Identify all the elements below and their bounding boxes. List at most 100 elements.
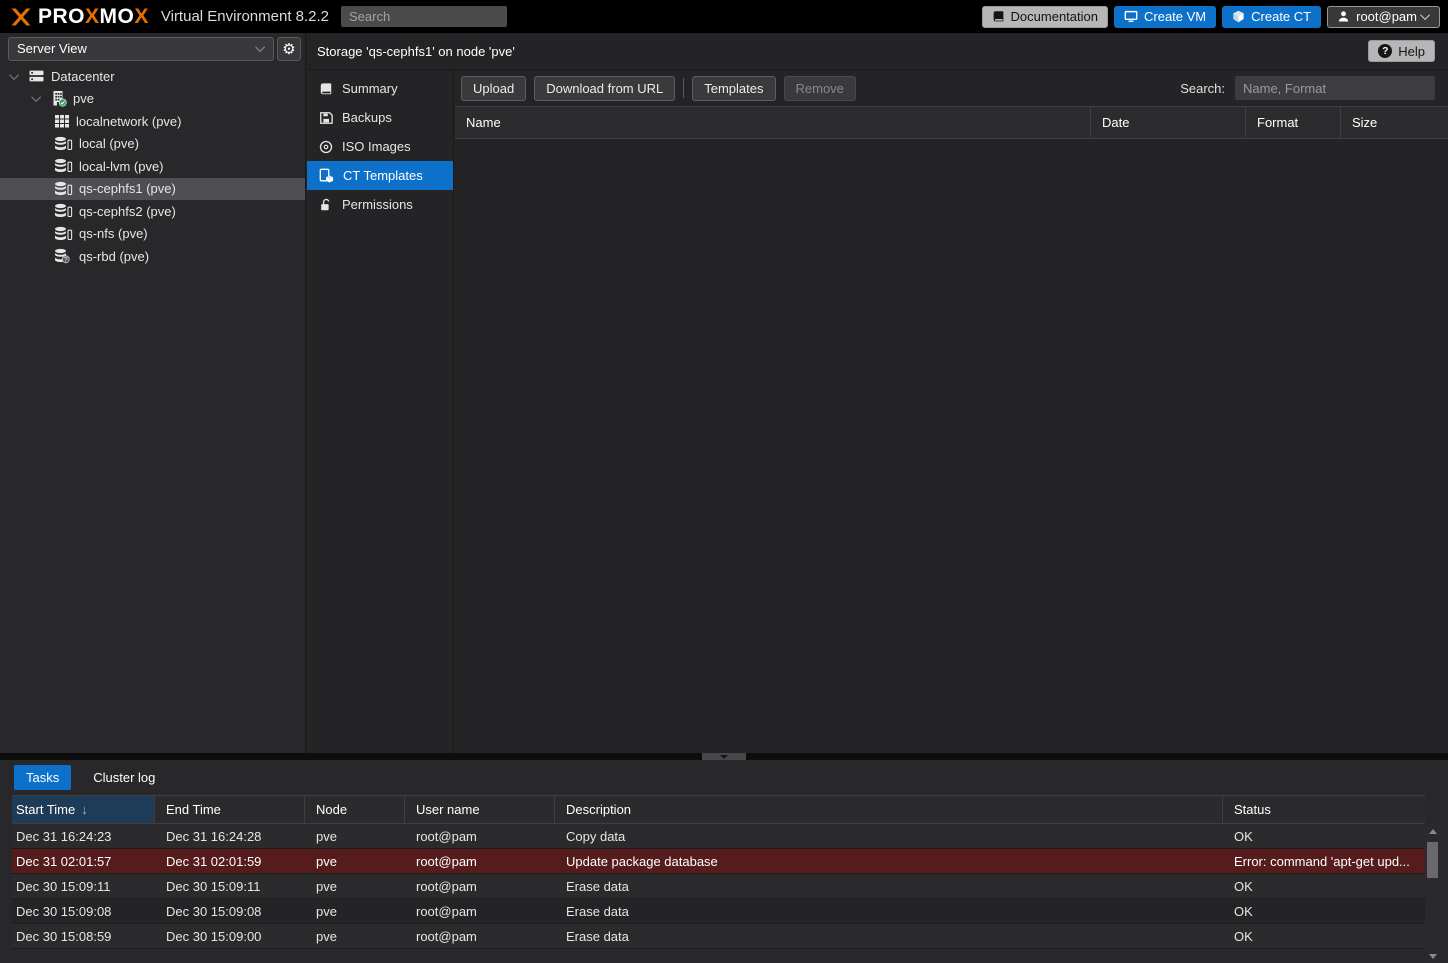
tree-item-local[interactable]: local (pve) [0,133,305,156]
status-text: OK [1223,829,1425,844]
tree-item-qs-cephfs1[interactable]: qs-cephfs1 (pve) [0,178,305,201]
column-header-name[interactable]: Name [455,107,1091,138]
column-header-status[interactable]: Status [1223,796,1425,823]
version-text: Virtual Environment 8.2.2 [161,8,329,25]
column-header-format[interactable]: Format [1246,107,1341,138]
status-text: OK [1223,929,1425,944]
unlock-icon [319,198,333,212]
floppy-icon [319,111,333,125]
view-selector[interactable]: Server View [8,37,274,61]
task-row[interactable]: Dec 30 15:09:08 Dec 30 15:09:08 pve root… [12,899,1425,924]
chevron-down-icon [255,42,265,52]
global-search-input[interactable] [341,6,507,27]
cube-icon [1232,10,1245,23]
template-filter-input[interactable] [1235,76,1435,100]
create-ct-button[interactable]: Create CT [1222,6,1321,28]
collapse-chevron-icon[interactable] [8,73,22,80]
arrow-down-icon [1429,954,1437,959]
arrow-up-icon [1429,829,1437,834]
column-header-end-time[interactable]: End Time [155,796,305,823]
tab-tasks[interactable]: Tasks [14,765,71,790]
scroll-down-button[interactable] [1425,949,1440,963]
create-vm-button[interactable]: Create VM [1114,6,1216,28]
sort-descending-icon: ↓ [81,802,88,817]
task-row[interactable]: Dec 30 15:08:59 Dec 30 15:09:00 pve root… [12,924,1425,949]
tab-cluster-log[interactable]: Cluster log [81,765,167,790]
column-header-node[interactable]: Node [305,796,405,823]
download-from-url-button[interactable]: Download from URL [534,76,675,101]
templates-table-header: Name Date Format Size [455,106,1448,139]
menu-item-iso-images[interactable]: ISO Images [307,132,453,161]
status-text: OK [1223,904,1425,919]
tree-item-local-lvm[interactable]: local-lvm (pve) [0,155,305,178]
tasks-panel: Tasks Cluster log Start Time ↓ End Time … [0,760,1448,963]
help-button[interactable]: ? Help [1368,40,1435,62]
settings-gear-button[interactable]: ⚙ [277,37,301,61]
menu-item-permissions[interactable]: Permissions [307,190,453,219]
book-icon [319,82,333,96]
page-title: Storage 'qs-cephfs1' on node 'pve' [317,44,515,59]
ct-templates-panel: Upload Download from URL Templates Remov… [455,70,1448,753]
toolbar-separator [683,78,684,98]
collapse-chevron-icon[interactable] [30,95,44,102]
monitor-icon [1124,10,1138,23]
top-bar: PROXMOX Virtual Environment 8.2.2 Docume… [0,0,1448,33]
tree-item-qs-nfs[interactable]: qs-nfs (pve) [0,223,305,246]
tree-item-datacenter[interactable]: Datacenter [0,65,305,88]
scrollbar-thumb[interactable] [1427,842,1438,878]
column-header-size[interactable]: Size [1341,107,1448,138]
scroll-up-button[interactable] [1425,824,1440,838]
templates-table-body-empty [455,139,1448,746]
proxmox-x-icon [8,5,34,29]
column-header-start-time[interactable]: Start Time ↓ [12,796,155,823]
splitter-handle[interactable] [702,753,746,760]
question-icon: ? [1378,44,1392,58]
tasks-table: Start Time ↓ End Time Node User name Des… [12,795,1425,949]
disc-icon [319,140,333,154]
bottom-tabs: Tasks Cluster log [0,760,1448,795]
svg-text:?: ? [64,257,68,264]
chevron-down-icon [1420,10,1430,20]
sidebar-header: Server View ⚙ [0,33,306,64]
menu-item-backups[interactable]: Backups [307,103,453,132]
status-text: OK [1223,879,1425,894]
node-building-icon [50,90,67,107]
tasks-table-header: Start Time ↓ End Time Node User name Des… [12,795,1425,824]
storage-database-question-icon: ? [54,248,73,264]
tree-item-qs-cephfs2[interactable]: qs-cephfs2 (pve) [0,200,305,223]
panel-splitter [0,753,1448,760]
templates-toolbar: Upload Download from URL Templates Remov… [455,70,1448,106]
documentation-button[interactable]: Documentation [982,6,1108,28]
task-row[interactable]: Dec 30 15:09:11 Dec 30 15:09:11 pve root… [12,874,1425,899]
upload-button[interactable]: Upload [461,76,526,101]
user-menu-button[interactable]: root@pam [1327,6,1440,28]
remove-button[interactable]: Remove [784,76,856,101]
proxmox-logo: PROXMOX Virtual Environment 8.2.2 [8,5,329,29]
menu-item-summary[interactable]: Summary [307,74,453,103]
datacenter-server-icon [28,68,45,84]
tree-item-pve[interactable]: pve [0,88,305,111]
column-header-description[interactable]: Description [555,796,1223,823]
task-row-error[interactable]: Dec 31 02:01:57 Dec 31 02:01:59 pve root… [12,849,1425,874]
resource-tree: Datacenter pve localnetwork (pve) local … [0,64,306,753]
storage-menu: Summary Backups ISO Images CT Templates … [307,70,454,753]
storage-database-icon [54,136,73,152]
tasks-scrollbar[interactable] [1425,824,1440,963]
storage-database-icon [54,226,73,242]
column-header-user-name[interactable]: User name [405,796,555,823]
collapse-triangle-icon [720,755,728,759]
network-grid-icon [54,113,70,129]
task-row[interactable]: Dec 31 16:24:23 Dec 31 16:24:28 pve root… [12,824,1425,849]
book-icon [992,10,1005,23]
templates-button[interactable]: Templates [692,76,775,101]
column-header-date[interactable]: Date [1091,107,1246,138]
menu-item-ct-templates[interactable]: CT Templates [307,161,453,190]
search-label: Search: [1180,81,1225,96]
status-text: Error: command 'apt-get upd... [1223,854,1425,869]
user-icon [1337,10,1350,23]
tree-item-localnetwork[interactable]: localnetwork (pve) [0,110,305,133]
tree-item-qs-rbd[interactable]: ? qs-rbd (pve) [0,245,305,268]
brand-text: PROXMOX [38,6,149,27]
storage-database-icon [54,181,73,197]
content-header: Storage 'qs-cephfs1' on node 'pve' ? Hel… [307,33,1448,70]
